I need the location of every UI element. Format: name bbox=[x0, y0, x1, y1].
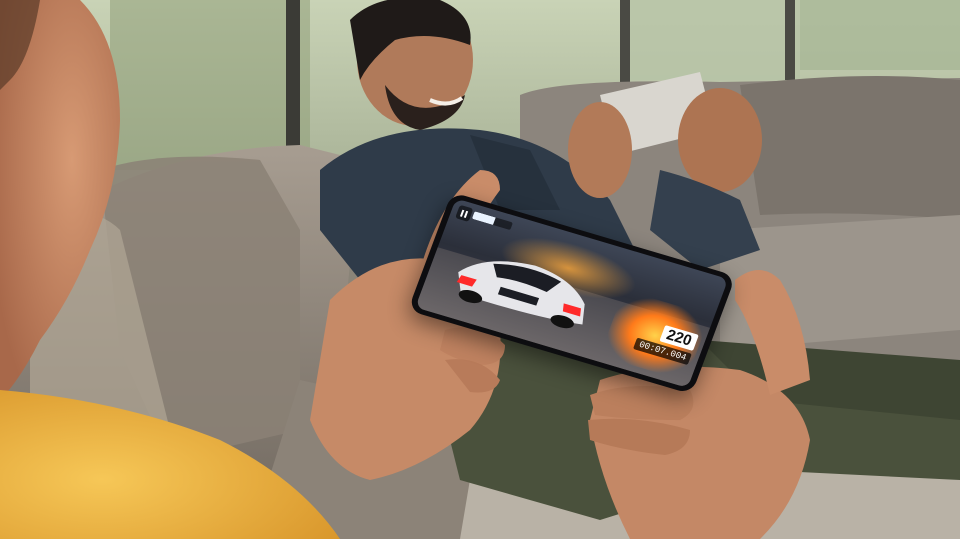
photo-scene: 220 00:07.004 bbox=[0, 0, 960, 539]
window-frame bbox=[286, 0, 300, 150]
man-right-hand bbox=[678, 88, 762, 192]
nitro-meter bbox=[471, 211, 513, 231]
nitro-meter-fill bbox=[471, 211, 496, 225]
man-left-hand bbox=[568, 102, 632, 198]
pause-button[interactable] bbox=[455, 204, 474, 222]
